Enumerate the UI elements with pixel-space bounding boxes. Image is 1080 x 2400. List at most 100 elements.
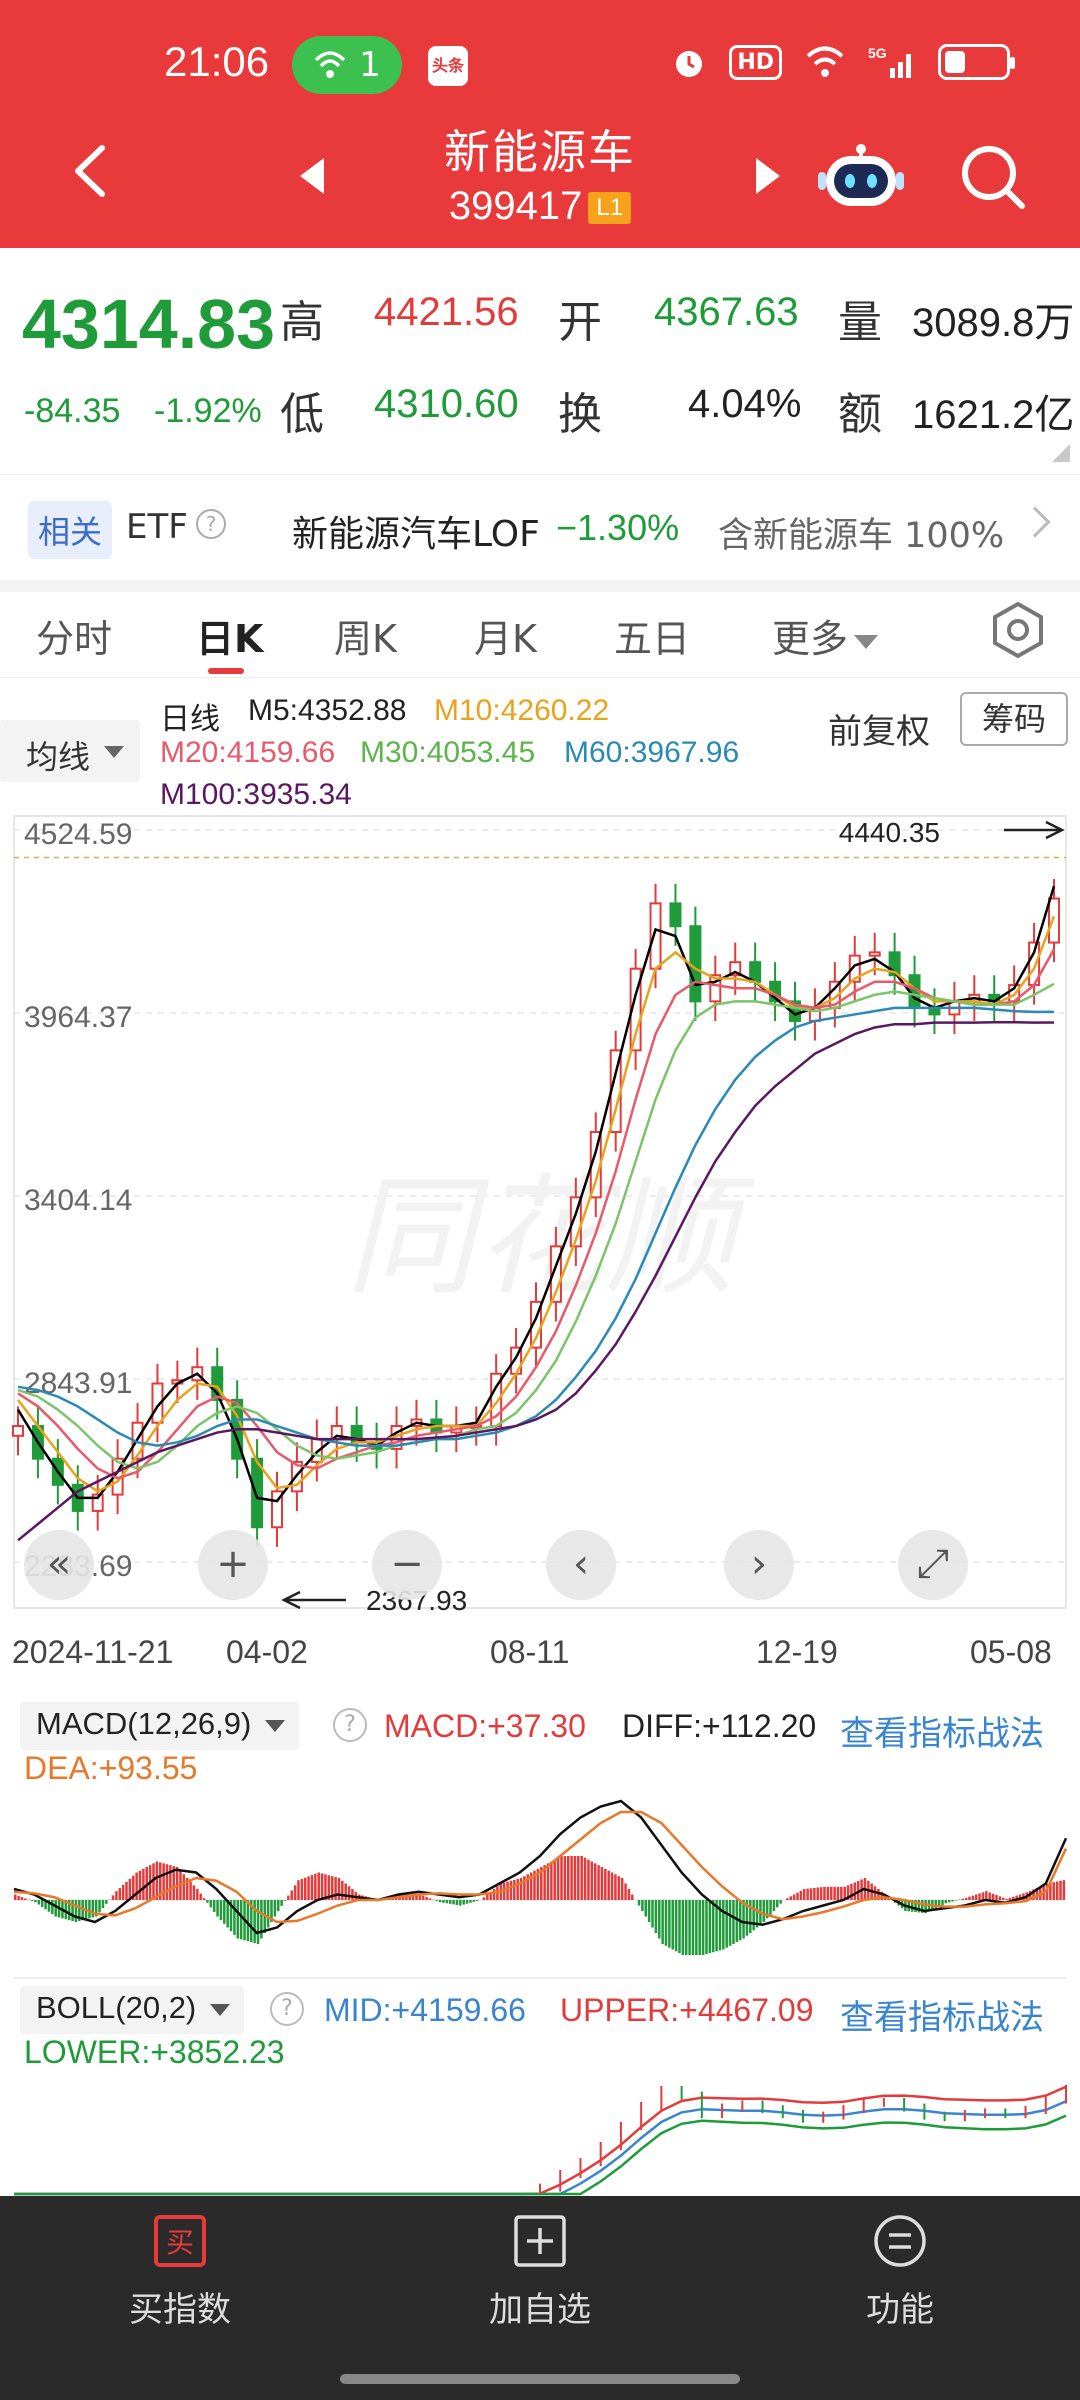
macd-help-icon[interactable]: ? <box>333 1708 367 1742</box>
boll-strategy-link[interactable]: 查看指标战法 <box>840 1990 1044 2039</box>
macd-bar <box>91 1900 95 1918</box>
macd-bar <box>1062 1880 1066 1900</box>
related-etf-row[interactable]: 相关 ETF ? 新能源汽车LOF −1.30% 含新能源车 100% <box>0 474 1080 580</box>
macd-bar <box>1059 1880 1062 1900</box>
price-change-pct: -1.92% <box>154 392 262 430</box>
scroll-right-button[interactable]: › <box>724 1530 794 1600</box>
turnover-label: 换 <box>558 389 602 440</box>
tab-weekly-k[interactable]: 周K <box>334 608 397 663</box>
tab-daily-k[interactable]: 日K <box>196 608 263 663</box>
back-arrow-icon[interactable] <box>64 142 122 200</box>
macd-bar <box>34 1900 37 1903</box>
price-change: -84.35 <box>24 392 121 430</box>
macd-bar <box>1001 1897 1005 1900</box>
macd-bar <box>840 1886 843 1900</box>
macd-bar <box>1005 1898 1008 1900</box>
kline-chart[interactable]: 4524.593964.373404.142843.912283.69同花顺44… <box>0 812 1080 1612</box>
macd-bar <box>513 1879 516 1900</box>
macd-bar <box>981 1892 985 1900</box>
robot-assistant-icon[interactable] <box>818 142 904 212</box>
high-value: 4421.56 <box>374 290 519 334</box>
nav-buy-index[interactable]: 买 买指数 <box>80 2214 280 2331</box>
search-icon[interactable] <box>958 142 1028 212</box>
chevron-right-icon[interactable] <box>1019 506 1051 538</box>
ma-m10-value: M10:4260.22 <box>434 694 610 727</box>
x-tick-label: 08-11 <box>490 1634 570 1670</box>
macd-bar <box>688 1900 691 1955</box>
tab-monthly-k[interactable]: 月K <box>474 608 537 663</box>
macd-bar <box>455 1900 459 1905</box>
macd-bar <box>658 1900 661 1939</box>
zoom-out-button[interactable]: − <box>372 1530 442 1600</box>
boll-help-icon[interactable]: ? <box>270 1992 304 2026</box>
macd-bar <box>566 1856 570 1900</box>
forward-adjust-label[interactable]: 前复权 <box>828 704 930 753</box>
ma-selector-button[interactable]: 均线 <box>0 720 140 782</box>
tab-more[interactable]: 更多 <box>772 608 879 663</box>
etf-help-icon[interactable]: ? <box>196 509 226 539</box>
hotspot-pill[interactable]: 1 <box>292 36 402 94</box>
status-time: 21:06 <box>164 38 270 85</box>
boll-chart[interactable] <box>0 2036 1080 2196</box>
macd-bar <box>850 1883 853 1900</box>
level-badge: L1 <box>588 192 632 225</box>
macd-bar <box>637 1900 641 1906</box>
macd-bar <box>482 1897 486 1900</box>
zoom-in-button[interactable]: + <box>198 1530 268 1600</box>
nav-add-watchlist[interactable]: 加自选 <box>440 2214 640 2331</box>
boll-selector-button[interactable]: BOLL(20,2) <box>20 1986 245 2034</box>
macd-bar <box>209 1900 213 1908</box>
macd-bar <box>196 1889 199 1900</box>
nav-buy-index-label: 买指数 <box>129 2290 231 2330</box>
macd-bar <box>546 1863 550 1900</box>
macd-bar <box>934 1900 937 1909</box>
macd-bar <box>580 1856 583 1900</box>
macd-bar <box>223 1900 226 1924</box>
macd-strategy-link[interactable]: 查看指标战法 <box>840 1706 1044 1755</box>
macd-bar <box>1052 1882 1056 1900</box>
macd-bar <box>30 1900 34 1901</box>
next-stock-button[interactable] <box>756 158 780 194</box>
candle-body <box>251 1457 264 1529</box>
macd-bar <box>563 1856 567 1900</box>
macd-bar <box>297 1880 300 1900</box>
macd-bar <box>627 1889 631 1900</box>
macd-chart[interactable] <box>0 1780 1080 1980</box>
fullscreen-button[interactable]: ⤢ <box>898 1530 968 1600</box>
macd-bar <box>819 1887 823 1900</box>
home-indicator[interactable] <box>340 2374 740 2384</box>
dropdown-arrow-icon <box>265 1720 286 1732</box>
macd-bar <box>98 1900 101 1913</box>
open-value: 4367.63 <box>654 290 799 334</box>
scroll-left-button[interactable]: ‹ <box>546 1530 616 1600</box>
macd-bar <box>674 1900 678 1952</box>
macd-indicator-name: MACD(12,26,9) <box>36 1706 252 1741</box>
tab-five-day[interactable]: 五日 <box>614 608 690 663</box>
macd-bar <box>988 1892 991 1900</box>
tab-intraday[interactable]: 分时 <box>36 608 112 663</box>
macd-bar <box>1055 1881 1059 1900</box>
macd-bar <box>14 1894 17 1900</box>
etf-contain: 含新能源车 100% <box>718 516 1005 556</box>
macd-bar <box>445 1900 449 1904</box>
macd-bar <box>256 1900 260 1944</box>
macd-bar <box>705 1900 708 1955</box>
etf-label: ETF <box>126 507 188 547</box>
chip-distribution-button[interactable]: 筹码 <box>960 692 1068 746</box>
hexagon-settings-icon[interactable] <box>988 600 1048 660</box>
macd-bar <box>681 1900 685 1955</box>
expand-corner-icon[interactable] <box>1052 444 1070 462</box>
nav-functions[interactable]: 功能 <box>800 2214 1000 2331</box>
macd-bar <box>310 1875 314 1900</box>
macd-selector-button[interactable]: MACD(12,26,9) <box>20 1702 300 1750</box>
alarm-icon <box>676 51 703 77</box>
scroll-start-button[interactable]: « <box>24 1530 94 1600</box>
candle-body <box>1048 897 1060 944</box>
macd-bar <box>826 1886 830 1900</box>
max-price-label: 4440.35 <box>839 817 940 848</box>
macd-bar <box>749 1900 752 1933</box>
macd-bar <box>968 1896 971 1900</box>
macd-bar <box>448 1900 452 1904</box>
y-tick-label: 3404.14 <box>24 1184 132 1217</box>
prev-stock-button[interactable] <box>300 158 324 194</box>
